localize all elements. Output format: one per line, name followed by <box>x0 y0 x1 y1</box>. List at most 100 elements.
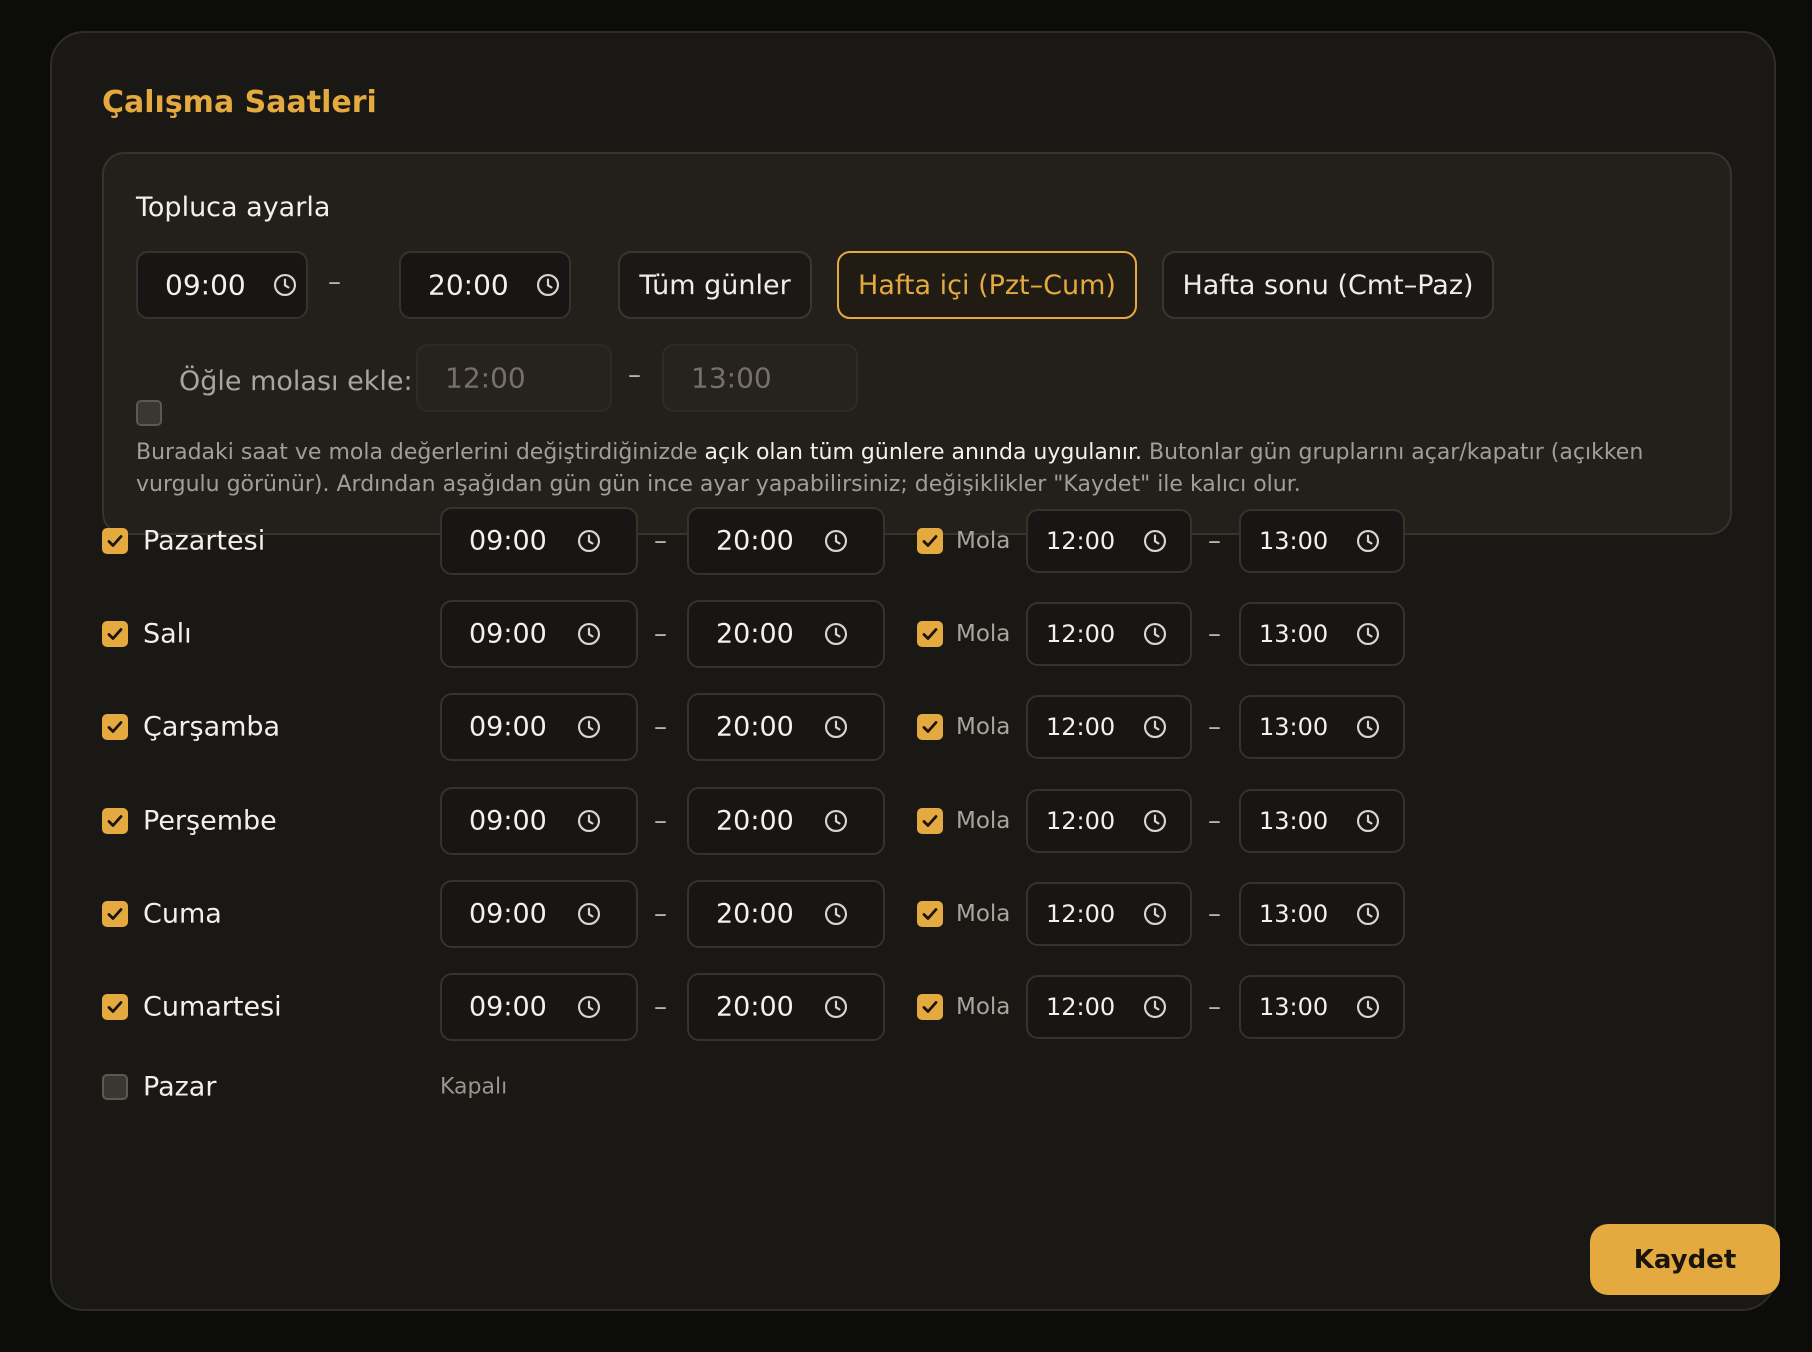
break-end-time-input[interactable]: 13:00 <box>1239 882 1405 946</box>
day-name: Cumartesi <box>143 991 282 1023</box>
day-closed-label: Kapalı <box>440 1074 508 1100</box>
break-start-time-input[interactable]: 12:00 <box>1026 509 1192 573</box>
time-range-separator: – <box>1208 806 1221 836</box>
day-name: Pazar <box>143 1071 217 1103</box>
break-enabled-checkbox[interactable] <box>917 808 943 834</box>
day-enabled-checkbox[interactable] <box>102 714 128 740</box>
break-end-time-input-value: 13:00 <box>1259 807 1329 835</box>
clock-icon <box>1355 901 1381 927</box>
bulk-start-time-value: 09:00 <box>165 268 246 302</box>
day-start-time-input[interactable]: 09:00 <box>440 693 638 761</box>
preset-weekdays-button[interactable]: Hafta içi (Pzt–Cum) <box>837 251 1137 319</box>
day-enabled-checkbox[interactable] <box>102 528 128 554</box>
break-end-time-input[interactable]: 13:00 <box>1239 695 1405 759</box>
day-end-time-input-value: 20:00 <box>716 525 794 557</box>
break-end-time-input-value: 13:00 <box>1259 620 1329 648</box>
break-end-time-input[interactable]: 13:00 <box>1239 509 1405 573</box>
day-end-time-input-value: 20:00 <box>716 711 794 743</box>
break-end-time-input[interactable]: 13:00 <box>1239 975 1405 1039</box>
bulk-start-time-input[interactable]: 09:00 <box>136 251 308 319</box>
help-text-highlight: açık olan tüm günlere anında uygulanır. <box>704 440 1142 465</box>
preset-weekend-button[interactable]: Hafta sonu (Cmt–Paz) <box>1162 251 1494 319</box>
clock-icon <box>535 272 561 298</box>
day-enabled-checkbox[interactable] <box>102 621 128 647</box>
break-start-time-input[interactable]: 12:00 <box>1026 789 1192 853</box>
lunch-end-placeholder: 13:00 <box>691 361 772 395</box>
save-button[interactable]: Kaydet <box>1590 1224 1780 1295</box>
working-hours-card: Çalışma Saatleri Topluca ayarla 09:00 – … <box>50 31 1780 1311</box>
break-enabled-checkbox[interactable] <box>917 528 943 554</box>
break-start-time-input-value: 12:00 <box>1046 900 1116 928</box>
clock-icon <box>1355 621 1381 647</box>
break-start-time-input[interactable]: 12:00 <box>1026 975 1192 1039</box>
break-enabled-checkbox[interactable] <box>917 621 943 647</box>
break-enabled-checkbox[interactable] <box>917 994 943 1020</box>
day-start-time-input[interactable]: 09:00 <box>440 880 638 948</box>
clock-icon <box>576 714 602 740</box>
day-row: Pazartesi 09:00 – 20:00 Mola 12:00 – 13:00 <box>102 507 1732 575</box>
day-end-time-input[interactable]: 20:00 <box>687 880 885 948</box>
bulk-end-time-input[interactable]: 20:00 <box>399 251 571 319</box>
break-start-time-input[interactable]: 12:00 <box>1026 602 1192 666</box>
break-start-time-input-value: 12:00 <box>1046 993 1116 1021</box>
bulk-settings-title: Topluca ayarla <box>136 192 331 223</box>
day-enabled-checkbox[interactable] <box>102 1074 128 1100</box>
day-end-time-input-value: 20:00 <box>716 991 794 1023</box>
day-name: Salı <box>143 618 192 650</box>
clock-icon <box>1142 714 1168 740</box>
lunch-break-checkbox[interactable] <box>136 400 162 426</box>
clock-icon <box>1142 621 1168 647</box>
day-start-time-input[interactable]: 09:00 <box>440 973 638 1041</box>
break-end-time-input-value: 13:00 <box>1259 527 1329 555</box>
day-end-time-input[interactable]: 20:00 <box>687 507 885 575</box>
lunch-break-label: Öğle molası ekle: <box>179 366 413 397</box>
clock-icon <box>823 901 849 927</box>
day-start-time-input-value: 09:00 <box>469 991 547 1023</box>
day-start-time-input[interactable]: 09:00 <box>440 600 638 668</box>
clock-icon <box>1142 901 1168 927</box>
lunch-start-input[interactable]: 12:00 <box>416 344 612 412</box>
break-end-time-input[interactable]: 13:00 <box>1239 789 1405 853</box>
day-start-time-input-value: 09:00 <box>469 525 547 557</box>
break-start-time-input[interactable]: 12:00 <box>1026 695 1192 759</box>
day-end-time-input[interactable]: 20:00 <box>687 693 885 761</box>
time-range-separator: – <box>1208 712 1221 742</box>
page-title: Çalışma Saatleri <box>102 85 377 120</box>
day-name: Perşembe <box>143 805 277 837</box>
break-enabled-checkbox[interactable] <box>917 901 943 927</box>
clock-icon <box>823 808 849 834</box>
break-start-time-input[interactable]: 12:00 <box>1026 882 1192 946</box>
time-range-separator: – <box>654 619 667 649</box>
clock-icon <box>823 994 849 1020</box>
day-end-time-input[interactable]: 20:00 <box>687 600 885 668</box>
day-start-time-input[interactable]: 09:00 <box>440 787 638 855</box>
break-end-time-input-value: 13:00 <box>1259 713 1329 741</box>
day-row: Cuma 09:00 – 20:00 Mola 12:00 – 13:00 <box>102 880 1732 948</box>
day-enabled-checkbox[interactable] <box>102 901 128 927</box>
clock-icon <box>1142 808 1168 834</box>
clock-icon <box>1355 714 1381 740</box>
break-enabled-checkbox[interactable] <box>917 714 943 740</box>
time-range-separator: – <box>1208 526 1221 556</box>
preset-all-days-button[interactable]: Tüm günler <box>618 251 812 319</box>
day-start-time-input-value: 09:00 <box>469 898 547 930</box>
day-start-time-input-value: 09:00 <box>469 711 547 743</box>
day-end-time-input[interactable]: 20:00 <box>687 787 885 855</box>
day-enabled-checkbox[interactable] <box>102 994 128 1020</box>
day-enabled-checkbox[interactable] <box>102 808 128 834</box>
clock-icon <box>823 621 849 647</box>
day-row: Çarşamba 09:00 – 20:00 Mola 12:00 – 13:00 <box>102 693 1732 761</box>
break-start-time-input-value: 12:00 <box>1046 807 1116 835</box>
day-end-time-input[interactable]: 20:00 <box>687 973 885 1041</box>
lunch-end-input[interactable]: 13:00 <box>662 344 858 412</box>
clock-icon <box>576 808 602 834</box>
bulk-end-time-value: 20:00 <box>428 268 509 302</box>
break-end-time-input-value: 13:00 <box>1259 993 1329 1021</box>
clock-icon <box>1355 808 1381 834</box>
bulk-help-text: Buradaki saat ve mola değerlerini değişt… <box>136 437 1706 501</box>
clock-icon <box>576 621 602 647</box>
clock-icon <box>1355 994 1381 1020</box>
clock-icon <box>576 528 602 554</box>
day-start-time-input[interactable]: 09:00 <box>440 507 638 575</box>
break-end-time-input[interactable]: 13:00 <box>1239 602 1405 666</box>
